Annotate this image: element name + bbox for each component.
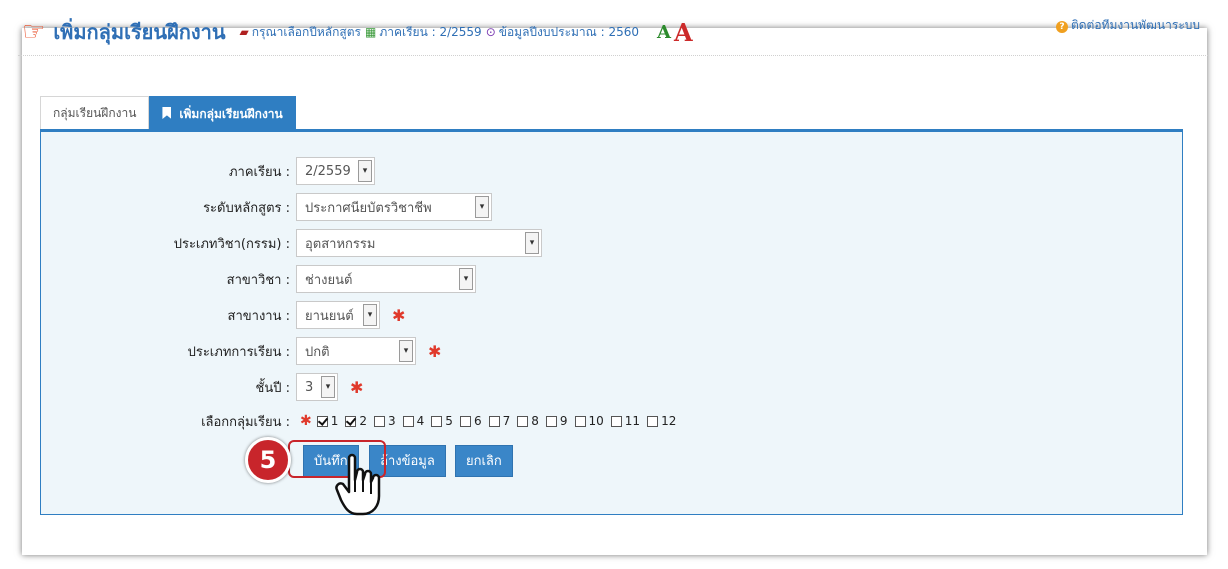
group-checkbox[interactable]: [374, 415, 386, 427]
department-label: สาขาวิชา :: [226, 272, 290, 288]
group-checkbox[interactable]: [610, 415, 622, 427]
header-meta: ▰ กรุณาเลือกปีหลักสูตร ▦ ภาคเรียน : 2/25…: [236, 23, 640, 42]
department-row: สาขาวิชา : ช่างยนต์ ▾: [41, 264, 476, 294]
group-checkbox[interactable]: [517, 415, 529, 427]
year-row: ชั้นปี : 3 ▾ ✱: [41, 372, 363, 402]
semester-row: ภาคเรียน : 2/2559 ▾: [41, 156, 375, 186]
group-checkbox-label: 1: [330, 414, 339, 428]
group-checkbox-label: 3: [388, 414, 396, 428]
group-checkbox-label: 7: [502, 414, 511, 428]
year-label: ชั้นปี :: [255, 380, 290, 396]
required-marker: ✱: [392, 305, 406, 325]
chevron-down-icon: ▾: [321, 376, 335, 398]
year-select[interactable]: 3 ▾: [296, 373, 338, 401]
font-increase-button[interactable]: A: [674, 18, 693, 47]
chevron-down-icon: ▾: [399, 340, 413, 362]
book-icon: ▰: [239, 25, 249, 39]
step-badge: 5: [245, 437, 291, 483]
group-checkbox-list: 1 2 3 4 5 6 7 8 9 10 11 12: [312, 414, 679, 428]
group-checkbox[interactable]: [402, 415, 414, 427]
group-checkbox[interactable]: [545, 415, 557, 427]
required-marker: ✱: [300, 413, 312, 429]
major-select[interactable]: ยานยนต์ ▾: [296, 301, 380, 329]
contact-link[interactable]: ? ติดต่อทีมงานพัฒนาระบบ: [1055, 16, 1200, 35]
group-checkbox[interactable]: [345, 415, 357, 427]
group-checkbox-label: 4: [416, 414, 425, 428]
header-divider: [18, 55, 1208, 56]
group-checkbox-label: 6: [473, 414, 482, 428]
subject-type-label: ประเภทวิชา(กรรม) :: [173, 236, 290, 252]
semester-select[interactable]: 2/2559 ▾: [296, 157, 375, 185]
group-checkbox-label: 12: [661, 414, 677, 428]
tab-bar: กลุ่มเรียนฝึกงาน เพิ่มกลุ่มเรียนฝึกงาน: [40, 96, 296, 131]
calendar-icon: ▦: [364, 25, 377, 39]
study-type-row: ประเภทการเรียน : ปกติ ▾ ✱: [41, 336, 441, 366]
group-checkbox-label: 5: [445, 414, 453, 428]
chevron-down-icon: ▾: [363, 304, 377, 326]
required-marker: ✱: [428, 341, 442, 361]
major-row: สาขางาน : ยานยนต์ ▾ ✱: [41, 300, 405, 330]
study-type-select[interactable]: ปกติ ▾: [296, 337, 416, 365]
department-select[interactable]: ช่างยนต์ ▾: [296, 265, 476, 293]
subject-type-select[interactable]: อุตสาหกรรม ▾: [296, 229, 542, 257]
bookmark-icon: [162, 107, 172, 119]
font-decrease-button[interactable]: A: [657, 22, 671, 43]
level-row: ระดับหลักสูตร : ประกาศนียบัตรวิชาชีพ ▾: [41, 192, 492, 222]
form-panel: ภาคเรียน : 2/2559 ▾ ระดับหลักสูตร : ประก…: [40, 129, 1183, 515]
group-checkbox[interactable]: [459, 415, 471, 427]
required-marker: ✱: [350, 377, 364, 397]
group-checkbox-label: 9: [559, 414, 568, 428]
tab-add-training-group[interactable]: เพิ่มกลุ่มเรียนฝึกงาน: [149, 96, 296, 131]
groups-label: เลือกกลุ่มเรียน :: [201, 414, 290, 430]
group-checkbox[interactable]: [316, 415, 328, 427]
group-checkbox[interactable]: [647, 415, 659, 427]
hand-pointing-icon: ☞: [22, 17, 46, 47]
clock-icon: ⊙: [485, 25, 496, 39]
chevron-down-icon: ▾: [525, 232, 539, 254]
subject-type-row: ประเภทวิชา(กรรม) : อุตสาหกรรม ▾: [41, 228, 542, 258]
cancel-button[interactable]: ยกเลิก: [455, 445, 513, 477]
major-label: สาขางาน :: [227, 308, 290, 324]
study-type-label: ประเภทการเรียน :: [187, 344, 290, 360]
level-label: ระดับหลักสูตร :: [203, 200, 290, 216]
group-checkbox[interactable]: [431, 415, 443, 427]
semester-label: ภาคเรียน :: [228, 164, 290, 180]
contact-label: ติดต่อทีมงานพัฒนาระบบ: [1070, 18, 1200, 32]
budget-info: ข้อมูลปีงบประมาณ : 2560: [498, 24, 640, 39]
page-title: เพิ่มกลุ่มเรียนฝึกงาน: [53, 20, 226, 44]
group-checkbox-label: 10: [588, 414, 604, 428]
chevron-down-icon: ▾: [459, 268, 473, 290]
curriculum-hint-link[interactable]: กรุณาเลือกปีหลักสูตร: [252, 23, 361, 42]
level-select[interactable]: ประกาศนียบัตรวิชาชีพ ▾: [296, 193, 492, 221]
group-checkbox[interactable]: [574, 415, 586, 427]
group-checkbox[interactable]: [488, 415, 500, 427]
page-header: ☞ เพิ่มกลุ่มเรียนฝึกงาน ▰ กรุณาเลือกปีหล…: [22, 14, 1208, 50]
hand-cursor-icon: [335, 453, 381, 516]
chevron-down-icon: ▾: [358, 160, 372, 182]
group-checkbox-label: 8: [531, 414, 539, 428]
tab-training-groups[interactable]: กลุ่มเรียนฝึกงาน: [40, 96, 150, 129]
tab-add-label: เพิ่มกลุ่มเรียนฝึกงาน: [179, 107, 283, 121]
question-circle-icon: ?: [1055, 21, 1068, 33]
semester-info: ภาคเรียน : 2/2559: [379, 24, 482, 39]
groups-row: เลือกกลุ่มเรียน : ✱ 1 2 3 4 5 6 7 8 9 10 11 12: [41, 406, 678, 436]
chevron-down-icon: ▾: [475, 196, 489, 218]
group-checkbox-label: 11: [624, 414, 641, 428]
group-checkbox-label: 2: [359, 414, 368, 428]
